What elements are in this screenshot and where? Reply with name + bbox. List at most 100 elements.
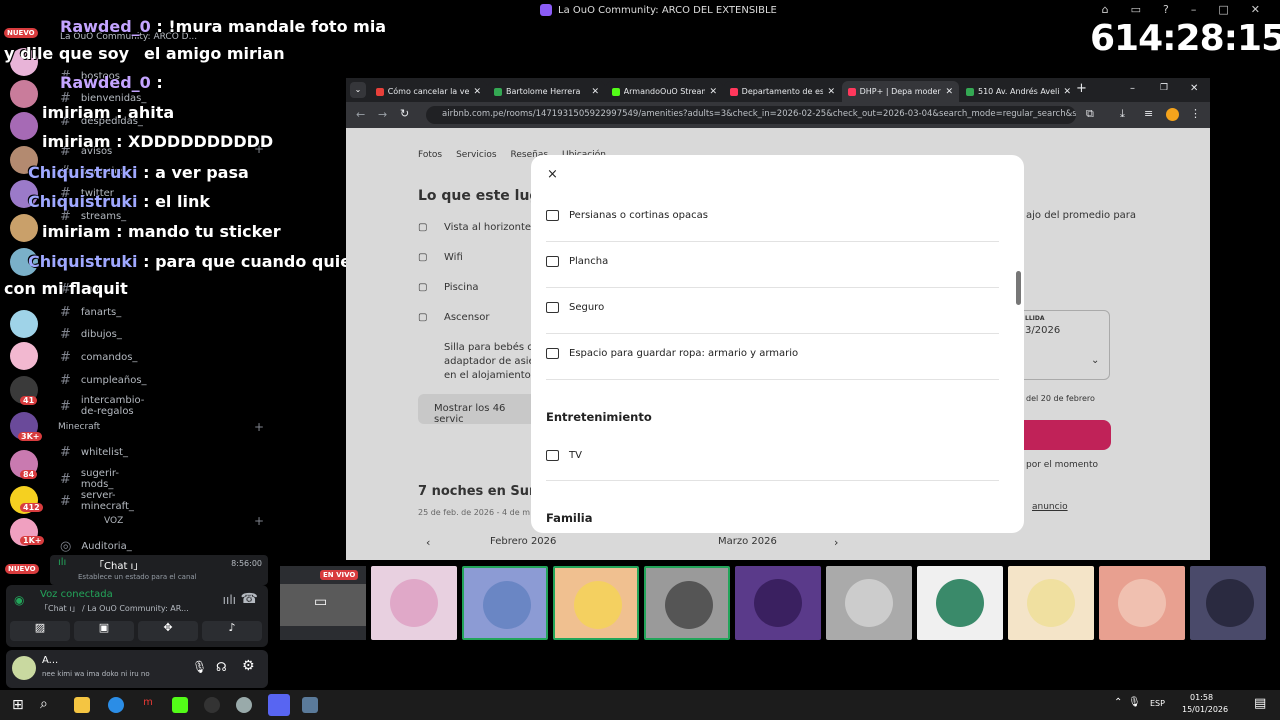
- browser-tab[interactable]: Departamento de est ✕: [724, 81, 841, 102]
- media-icon[interactable]: ≡: [1144, 107, 1153, 120]
- channel-item[interactable]: # whitelist_: [60, 445, 128, 460]
- app-icon[interactable]: [302, 697, 318, 713]
- back-icon[interactable]: ←: [356, 108, 365, 121]
- participant-tile[interactable]: [826, 566, 912, 640]
- channel-item[interactable]: # dibujos_: [60, 327, 122, 342]
- participant-tile[interactable]: [553, 566, 639, 640]
- server-icon[interactable]: [10, 310, 38, 338]
- category-minecraft[interactable]: Minecraft: [58, 422, 100, 432]
- show-all-button[interactable]: Mostrar los 46 servic: [418, 394, 538, 425]
- kick-icon[interactable]: [172, 697, 188, 713]
- participant-tile[interactable]: [735, 566, 821, 640]
- minimize-icon[interactable]: –: [1191, 3, 1197, 16]
- participant-tile[interactable]: [917, 566, 1003, 640]
- category-voz[interactable]: VOZ: [104, 516, 123, 526]
- forward-icon[interactable]: →: [378, 108, 387, 121]
- mic-tray-icon[interactable]: 🎙: [1128, 697, 1141, 708]
- obs-icon[interactable]: [204, 697, 220, 713]
- extensions-icon[interactable]: ⧉: [1086, 107, 1094, 121]
- tab-close-icon[interactable]: ✕: [591, 87, 599, 97]
- channel-item[interactable]: # fanarts_: [60, 305, 121, 320]
- restore-icon[interactable]: ❐: [1160, 83, 1168, 93]
- noise-icon[interactable]: ıılı: [223, 593, 236, 607]
- participant-tile[interactable]: [371, 566, 457, 640]
- tray-up-icon[interactable]: ⌃: [1114, 697, 1122, 708]
- file-explorer-icon[interactable]: [74, 697, 90, 713]
- report-link[interactable]: anuncio: [1032, 502, 1068, 512]
- search-icon[interactable]: ⌕: [40, 696, 48, 712]
- add-channel-icon[interactable]: +: [254, 514, 264, 528]
- clock-date[interactable]: 15/01/2026: [1182, 705, 1228, 714]
- tab-close-icon[interactable]: ✕: [827, 87, 835, 97]
- monitor-icon[interactable]: ▭: [1131, 3, 1141, 16]
- reload-icon[interactable]: ↻: [400, 107, 409, 120]
- server-icon[interactable]: [10, 214, 38, 242]
- tab-close-icon[interactable]: ✕: [945, 87, 953, 97]
- settings-icon[interactable]: ⚙: [242, 658, 255, 674]
- participant-tile[interactable]: [1190, 566, 1266, 640]
- channel-item[interactable]: # sugerir-mods_: [60, 468, 119, 490]
- mic-icon[interactable]: 🎙: [192, 660, 207, 674]
- browser-tab[interactable]: 510 Av. Andrés Aveli ✕: [960, 81, 1077, 102]
- clock-time[interactable]: 01:58: [1190, 693, 1213, 702]
- screen-share-icon[interactable]: ▣: [74, 621, 134, 641]
- server-icon[interactable]: [10, 112, 38, 140]
- booking-box[interactable]: LLIDA 3/2026 ⌄: [1010, 310, 1110, 380]
- close-button[interactable]: ×: [547, 167, 558, 182]
- start-icon[interactable]: ⊞: [12, 697, 24, 713]
- browser-tab[interactable]: ArmandoOuO Stream ✕: [606, 81, 723, 102]
- participant-tile[interactable]: [644, 566, 730, 640]
- add-channel-icon[interactable]: +: [254, 420, 264, 434]
- tab-search-icon[interactable]: ⌄: [350, 82, 366, 98]
- url-field[interactable]: airbnb.com.pe/rooms/1471931505922997549/…: [426, 106, 1076, 124]
- activities-icon[interactable]: ✥: [138, 621, 198, 641]
- notification-icon[interactable]: ▤: [1254, 696, 1266, 711]
- menu-icon[interactable]: ⋮: [1190, 107, 1201, 120]
- minimize-icon[interactable]: –: [1130, 83, 1135, 94]
- channel-status-input[interactable]: Establece un estado para el canal: [78, 573, 197, 581]
- chevron-down-icon[interactable]: ⌄: [1091, 355, 1099, 366]
- browser-tab[interactable]: DHP+ | Depa modern ✕: [842, 81, 959, 102]
- discord-icon[interactable]: [268, 694, 290, 716]
- maximize-icon[interactable]: □: [1218, 3, 1228, 16]
- app-icon[interactable]: [236, 697, 252, 713]
- server-icon[interactable]: [10, 342, 38, 370]
- channel-item[interactable]: # cumpleaños_: [60, 373, 147, 388]
- app-icon[interactable]: m: [140, 697, 156, 713]
- channel-item[interactable]: # comandos_: [60, 350, 137, 365]
- participant-tile[interactable]: [1099, 566, 1185, 640]
- help-icon[interactable]: ?: [1163, 3, 1169, 16]
- stream-tile-live[interactable]: EN VIVO ▭: [280, 566, 366, 640]
- server-icon[interactable]: [10, 80, 38, 108]
- scrollbar-thumb[interactable]: [1016, 271, 1021, 305]
- participant-tile[interactable]: [462, 566, 548, 640]
- channel-item[interactable]: # intercambio-de-regalos: [60, 395, 144, 417]
- browser-tab[interactable]: Cómo cancelar la ver ✕: [370, 81, 487, 102]
- profile-avatar[interactable]: [1166, 108, 1179, 121]
- prev-month-icon[interactable]: ‹: [426, 536, 430, 549]
- page-nav-item[interactable]: Servicios: [456, 150, 496, 160]
- voice-channel-item[interactable]: ◎ Auditoria_: [60, 539, 132, 554]
- avatar[interactable]: [12, 656, 36, 680]
- headphones-icon[interactable]: ☊: [216, 660, 227, 674]
- voice-channel-active[interactable]: ılı 「Chat ı」 8:56:00 Establece un estado…: [50, 555, 268, 585]
- tab-close-icon[interactable]: ✕: [709, 87, 717, 97]
- reserve-button[interactable]: [1022, 420, 1111, 450]
- browser-tab[interactable]: Bartolome Herrera ✕: [488, 81, 605, 102]
- new-tab-icon[interactable]: +: [1076, 81, 1087, 96]
- download-icon[interactable]: ⤓: [1120, 107, 1125, 121]
- next-month-icon[interactable]: ›: [834, 536, 838, 549]
- disconnect-icon[interactable]: ☎: [241, 591, 258, 607]
- edge-icon[interactable]: [108, 697, 124, 713]
- close-icon[interactable]: ✕: [1251, 3, 1260, 16]
- soundboard-icon[interactable]: ♪: [202, 621, 262, 641]
- participant-tile[interactable]: [1008, 566, 1094, 640]
- tab-close-icon[interactable]: ✕: [1063, 87, 1071, 97]
- close-icon[interactable]: ✕: [1190, 83, 1198, 94]
- language-indicator[interactable]: ESP: [1150, 699, 1165, 708]
- signal-icon[interactable]: ◉: [14, 593, 24, 607]
- channel-item[interactable]: # server-minecraft_: [60, 490, 134, 512]
- camera-off-icon[interactable]: ▨: [10, 621, 70, 641]
- inbox-icon[interactable]: ⌂: [1102, 3, 1109, 16]
- page-nav-item[interactable]: Fotos: [418, 150, 442, 160]
